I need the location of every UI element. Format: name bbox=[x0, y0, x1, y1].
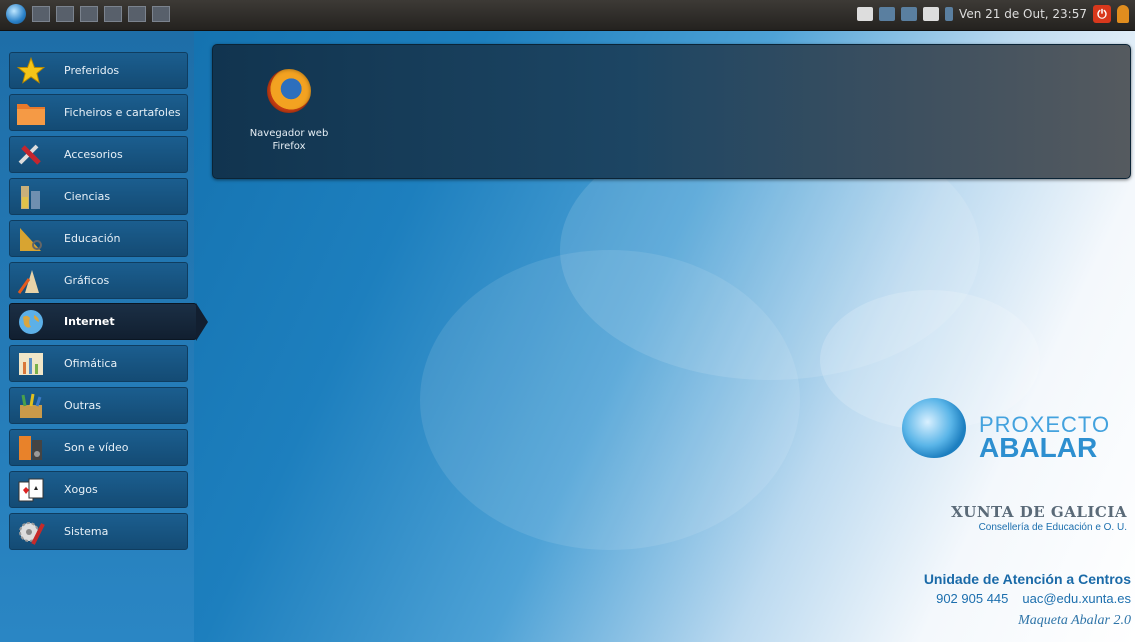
star-icon bbox=[16, 56, 46, 86]
sidebar-item-sistema[interactable]: Sistema bbox=[9, 513, 188, 550]
sidebar-item-label: Xogos bbox=[64, 483, 98, 496]
top-panel-left bbox=[6, 4, 170, 24]
display-icon[interactable] bbox=[857, 7, 874, 21]
uac-contact: 902 905 445 uac@edu.xunta.es bbox=[936, 591, 1131, 606]
launcher-panel: Navegador web Firefox bbox=[212, 44, 1131, 179]
sidebar-item-label: Accesorios bbox=[64, 148, 123, 161]
folder-icon bbox=[16, 98, 46, 128]
main-menu-logo-icon[interactable] bbox=[6, 4, 26, 24]
sidebar-item-label: Son e vídeo bbox=[64, 441, 129, 454]
uac-title: Unidade de Atención a Centros bbox=[923, 571, 1131, 587]
sidebar-item-educacion[interactable]: Educación bbox=[9, 220, 188, 257]
top-panel: Ven 21 de Out, 23:57 ⏻ bbox=[0, 0, 1135, 31]
battery-icon[interactable] bbox=[923, 7, 940, 21]
sidebar-item-internet[interactable]: Internet bbox=[9, 303, 208, 341]
sidebar-item-label: Outras bbox=[64, 399, 101, 412]
graphics-icon bbox=[16, 266, 46, 296]
games-icon bbox=[16, 475, 46, 505]
sidebar-item-label: Gráficos bbox=[64, 274, 110, 287]
science-icon bbox=[16, 182, 46, 212]
system-tray: Ven 21 de Out, 23:57 ⏻ bbox=[857, 5, 1129, 23]
sidebar-item-outras[interactable]: Outras bbox=[9, 387, 188, 424]
uac-phone: 902 905 445 bbox=[936, 591, 1009, 606]
sidebar-item-son-e-video[interactable]: Son e vídeo bbox=[9, 429, 188, 466]
abalar-logo-icon bbox=[902, 398, 966, 458]
firefox-icon bbox=[267, 69, 311, 113]
taskbar-button[interactable] bbox=[56, 6, 74, 22]
xunta-logo-text: XUNTA DE GALICIA bbox=[951, 503, 1127, 521]
media-icon bbox=[16, 433, 46, 463]
background-decoration bbox=[420, 250, 800, 550]
app-label-line: Firefox bbox=[272, 141, 306, 152]
volume-icon[interactable] bbox=[945, 7, 954, 21]
sidebar-item-preferidos[interactable]: Preferidos bbox=[9, 52, 188, 89]
clock[interactable]: Ven 21 de Out, 23:57 bbox=[959, 7, 1087, 21]
sidebar-item-label: Ofimática bbox=[64, 357, 118, 370]
sidebar-item-ofimatica[interactable]: Ofimática bbox=[9, 345, 188, 382]
uac-email: uac@edu.xunta.es bbox=[1022, 591, 1131, 606]
category-sidebar: Preferidos Ficheiros e cartafoles Acceso… bbox=[0, 31, 208, 642]
conselleria-text: Consellería de Educación e O. U. bbox=[978, 522, 1127, 533]
sidebar-item-ficheiros[interactable]: Ficheiros e cartafoles bbox=[9, 94, 188, 131]
office-icon bbox=[16, 349, 46, 379]
maqueta-version: Maqueta Abalar 2.0 bbox=[1018, 613, 1131, 628]
user-icon[interactable] bbox=[1117, 5, 1129, 23]
taskbar-button[interactable] bbox=[104, 6, 122, 22]
power-icon[interactable]: ⏻ bbox=[1093, 5, 1111, 23]
sidebar-item-accesorios[interactable]: Accesorios bbox=[9, 136, 188, 173]
taskbar-button[interactable] bbox=[152, 6, 170, 22]
app-label: Navegador web Firefox bbox=[239, 127, 339, 153]
app-label-line: Navegador web bbox=[249, 128, 329, 139]
sidebar-item-graficos[interactable]: Gráficos bbox=[9, 262, 188, 299]
sidebar-item-label: Preferidos bbox=[64, 64, 120, 77]
taskbar-button[interactable] bbox=[32, 6, 50, 22]
system-icon bbox=[16, 517, 46, 547]
app-firefox[interactable]: Navegador web Firefox bbox=[239, 69, 339, 153]
education-icon bbox=[16, 224, 46, 254]
sidebar-item-label: Educación bbox=[64, 232, 121, 245]
network-icon[interactable] bbox=[901, 7, 918, 21]
taskbar-button[interactable] bbox=[128, 6, 146, 22]
tools-icon bbox=[16, 140, 46, 170]
sidebar-item-xogos[interactable]: Xogos bbox=[9, 471, 188, 508]
users-icon[interactable] bbox=[879, 7, 896, 21]
other-icon bbox=[16, 391, 46, 421]
sidebar-item-label: Sistema bbox=[64, 525, 109, 538]
sidebar-item-label: Ciencias bbox=[64, 190, 111, 203]
globe-icon bbox=[16, 307, 46, 337]
taskbar-button[interactable] bbox=[80, 6, 98, 22]
sidebar-item-label: Internet bbox=[64, 315, 115, 328]
sidebar-item-ciencias[interactable]: Ciencias bbox=[9, 178, 188, 215]
abalar-text: ABALAR bbox=[979, 432, 1098, 463]
sidebar-item-label: Ficheiros e cartafoles bbox=[64, 106, 181, 119]
